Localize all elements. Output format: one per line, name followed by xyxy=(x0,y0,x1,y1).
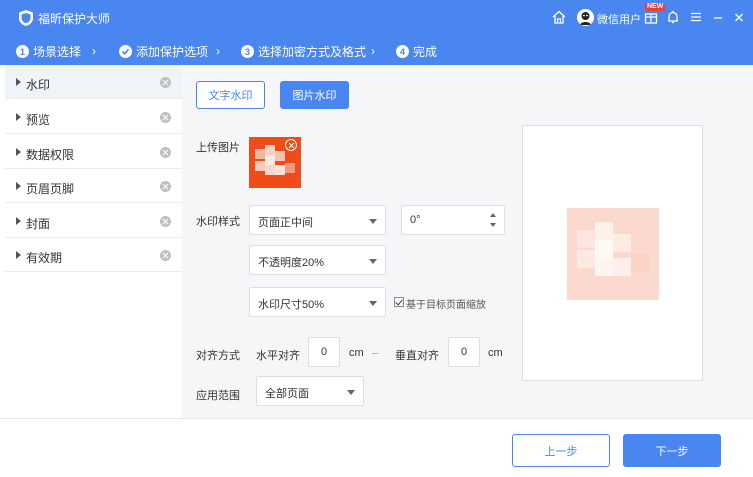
sidebar-item-header-footer[interactable]: 页眉页脚 xyxy=(5,169,182,203)
range-select[interactable]: 全部页面 xyxy=(256,376,364,406)
user-name[interactable]: 微信用户 xyxy=(597,11,641,27)
bell-icon[interactable] xyxy=(665,9,681,25)
caret-right-icon xyxy=(16,148,21,156)
remove-icon[interactable] xyxy=(160,216,171,227)
caret-down-icon xyxy=(369,219,377,224)
opacity-value: 不透明度20% xyxy=(258,257,325,269)
increment-icon[interactable] xyxy=(490,213,496,217)
close-icon[interactable] xyxy=(731,9,747,25)
app-title: 福昕保护大师 xyxy=(38,12,111,26)
style-label: 水印样式 xyxy=(196,216,240,228)
caret-right-icon xyxy=(16,217,21,225)
sidebar-item-label: 预览 xyxy=(26,113,51,127)
range-value: 全部页面 xyxy=(265,388,309,400)
position-select[interactable]: 页面正中间 xyxy=(249,205,386,235)
step-protection: 添加保护选项 xyxy=(119,43,208,60)
previous-step-button[interactable]: 上一步 xyxy=(512,434,610,467)
rotation-stepper[interactable]: 0° xyxy=(401,205,505,235)
check-icon xyxy=(119,45,132,58)
caret-down-icon xyxy=(347,390,355,395)
size-value: 水印尺寸50% xyxy=(258,299,325,311)
image-watermark-tab[interactable]: 图片水印 xyxy=(280,81,349,109)
v-offset-input[interactable]: 0 xyxy=(448,337,480,367)
sidebar-item-permissions[interactable]: 数据权限 xyxy=(5,135,182,169)
caret-down-icon xyxy=(369,301,377,306)
step-number: 4 xyxy=(396,45,409,58)
chevron-right-icon: › xyxy=(371,44,375,58)
sidebar-item-label: 有效期 xyxy=(26,251,63,265)
sidebar-item-validity[interactable]: 有效期 xyxy=(5,238,182,272)
step-number: 3 xyxy=(241,45,254,58)
opacity-select[interactable]: 不透明度20% xyxy=(249,245,386,275)
step-label: 完成 xyxy=(413,45,438,59)
page-preview xyxy=(522,125,703,381)
align-label: 对齐方式 xyxy=(196,350,240,362)
sidebar-item-label: 水印 xyxy=(26,78,51,92)
rotation-value: 0° xyxy=(410,214,421,226)
caret-down-icon xyxy=(369,259,377,264)
step-label: 场景选择 xyxy=(33,45,82,59)
h-offset-input[interactable]: 0 xyxy=(308,337,340,367)
steps-bar: 1 场景选择 › 添加保护选项 › 3 选择加密方式及格式 › 4 完成 xyxy=(0,36,753,65)
sidebar-item-label: 封面 xyxy=(26,217,51,231)
step-number: 1 xyxy=(16,45,29,58)
h-unit: cm xyxy=(349,347,364,359)
watermark-panel: 文字水印 图片水印 上传图片 水印样式 页面正中间 0° 不透明度20% 水印尺… xyxy=(182,65,753,418)
minimize-icon[interactable] xyxy=(710,9,726,25)
v-unit: cm xyxy=(488,347,503,359)
text-watermark-tab[interactable]: 文字水印 xyxy=(196,81,265,109)
sidebar-item-label: 页眉页脚 xyxy=(26,182,75,196)
remove-icon[interactable] xyxy=(160,77,171,88)
step-label: 添加保护选项 xyxy=(136,45,209,59)
step-scene: 1 场景选择 xyxy=(16,43,81,60)
decrement-icon[interactable] xyxy=(490,223,496,227)
v-align-label: 垂直对齐 xyxy=(395,350,439,362)
next-step-button[interactable]: 下一步 xyxy=(623,434,721,467)
watermark-preview-image xyxy=(567,208,659,300)
shield-icon xyxy=(19,10,33,26)
sidebar-item-cover[interactable]: 封面 xyxy=(5,204,182,238)
step-encryption: 3 选择加密方式及格式 xyxy=(241,43,366,60)
h-align-label: 水平对齐 xyxy=(256,350,300,362)
chevron-right-icon: › xyxy=(216,44,220,58)
remove-icon[interactable] xyxy=(160,112,171,123)
remove-image-icon[interactable] xyxy=(285,139,297,151)
scale-checkbox[interactable] xyxy=(394,297,404,307)
title-bar: 福昕保护大师 微信用户 NEW xyxy=(0,0,753,36)
caret-right-icon xyxy=(16,182,21,190)
footer: 上一步 下一步 xyxy=(0,418,753,477)
size-select[interactable]: 水印尺寸50% xyxy=(249,287,386,317)
caret-right-icon xyxy=(16,113,21,121)
sidebar: 水印 预览 数据权限 页眉页脚 封面 有效期 xyxy=(5,65,182,418)
user-avatar[interactable] xyxy=(577,9,594,26)
sidebar-item-watermark[interactable]: 水印 xyxy=(5,65,182,99)
avatar-icon xyxy=(577,9,594,26)
position-value: 页面正中间 xyxy=(258,217,313,229)
sidebar-item-preview[interactable]: 预览 xyxy=(5,100,182,134)
caret-right-icon xyxy=(16,251,21,259)
new-badge: NEW xyxy=(645,3,666,11)
remove-icon[interactable] xyxy=(160,147,171,158)
step-done: 4 完成 xyxy=(396,43,437,60)
upload-label: 上传图片 xyxy=(196,142,240,154)
scale-checkbox-label: 基于目标页面缩放 xyxy=(406,300,486,311)
sidebar-item-label: 数据权限 xyxy=(26,148,75,162)
range-label: 应用范围 xyxy=(196,390,240,402)
remove-icon[interactable] xyxy=(160,181,171,192)
separator xyxy=(372,353,379,354)
menu-icon[interactable] xyxy=(688,9,704,25)
caret-right-icon xyxy=(16,78,21,86)
remove-icon[interactable] xyxy=(160,250,171,261)
h-offset-value: 0 xyxy=(320,346,328,358)
home-icon[interactable] xyxy=(551,9,567,25)
chevron-right-icon: › xyxy=(92,44,96,58)
v-offset-value: 0 xyxy=(460,346,468,358)
step-label: 选择加密方式及格式 xyxy=(258,45,367,59)
gift-icon[interactable] xyxy=(643,9,659,25)
